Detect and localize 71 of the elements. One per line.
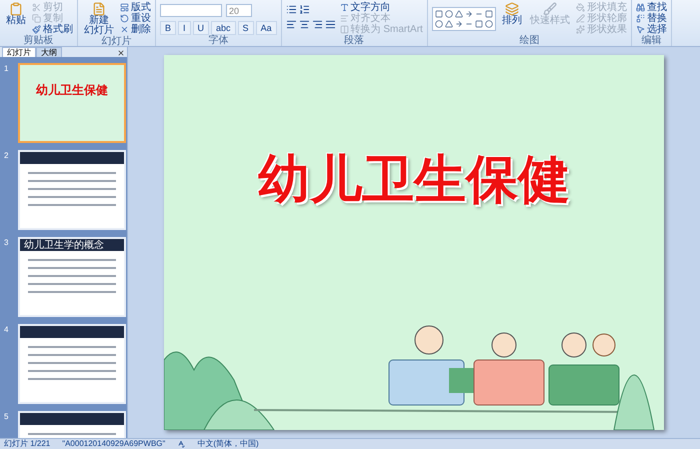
slide-thumbnail[interactable] bbox=[18, 324, 126, 404]
ribbon-small-button[interactable]: 版式 bbox=[120, 2, 151, 13]
group-label: 编辑 bbox=[640, 35, 662, 46]
align-icon[interactable] bbox=[312, 19, 323, 30]
group-label: 段落 bbox=[343, 35, 366, 46]
font-size-field[interactable]: 20 bbox=[226, 4, 252, 17]
layout-icon bbox=[120, 3, 129, 12]
ribbon-small-button[interactable]: 选择 bbox=[636, 24, 667, 35]
thumbnail-title: 幼儿卫生学的概念 bbox=[24, 240, 104, 250]
search-icon bbox=[636, 3, 645, 12]
copy-icon bbox=[32, 14, 41, 23]
delete-icon bbox=[120, 25, 129, 34]
replace-icon bbox=[636, 14, 645, 23]
ribbon-small-button[interactable]: 文字方向 bbox=[340, 2, 423, 13]
format-button[interactable]: abc bbox=[211, 21, 236, 35]
slide-thumbnail[interactable]: 幼儿卫生学的概念 bbox=[18, 237, 126, 317]
reset-icon bbox=[120, 14, 129, 23]
slide-number: 4 bbox=[4, 324, 10, 336]
format-button[interactable]: B bbox=[160, 21, 176, 35]
slide-title: 幼儿卫生保健 bbox=[258, 150, 570, 210]
theme-name: "A000120140929A69PWBG" bbox=[62, 439, 166, 449]
format-button[interactable]: Aa bbox=[256, 21, 277, 35]
ribbon-large-button[interactable]: 新建 幻灯片 bbox=[82, 2, 116, 36]
close-icon[interactable] bbox=[117, 49, 125, 57]
ribbon-large-button[interactable]: 粘贴 bbox=[4, 2, 28, 26]
ribbon-small-button[interactable]: 替换 bbox=[636, 13, 667, 24]
ribbon-small-button[interactable]: 重设 bbox=[120, 13, 151, 24]
slide-thumbnail[interactable]: 幼儿卫生保健 bbox=[18, 63, 126, 143]
slide-thumbnail[interactable] bbox=[18, 150, 126, 230]
align-icon[interactable] bbox=[324, 19, 336, 30]
slide-counter: 幻灯片 1/221 bbox=[4, 439, 50, 449]
align-icon[interactable] bbox=[286, 19, 297, 30]
shape-icon[interactable] bbox=[464, 10, 473, 18]
sparkles-icon bbox=[576, 25, 585, 34]
format-button[interactable]: I bbox=[178, 21, 191, 35]
ribbon-small-button[interactable]: 格式刷 bbox=[32, 24, 73, 35]
language-status: 中文(简体，中国) bbox=[197, 439, 259, 449]
panel-tab[interactable]: 大纲 bbox=[36, 47, 62, 57]
document-icon bbox=[92, 2, 106, 16]
columns-icon bbox=[340, 25, 349, 34]
paint-bucket-icon bbox=[576, 3, 585, 12]
group-label: 剪贴板 bbox=[22, 35, 54, 46]
slide-number: 3 bbox=[4, 237, 10, 249]
slide-number: 2 bbox=[4, 150, 10, 162]
shapes-gallery[interactable] bbox=[432, 6, 496, 30]
format-button[interactable]: S bbox=[238, 21, 254, 35]
brush-icon bbox=[542, 2, 557, 16]
pen-icon bbox=[576, 14, 585, 23]
ribbon-small-button[interactable]: 查找 bbox=[636, 2, 667, 13]
group-label: 幻灯片 bbox=[100, 36, 132, 47]
spellcheck-icon[interactable] bbox=[177, 440, 186, 448]
list-icon[interactable] bbox=[298, 4, 310, 15]
group-label: 绘图 bbox=[518, 35, 540, 46]
scissors-icon bbox=[32, 3, 41, 12]
clipboard-icon bbox=[9, 2, 23, 16]
ribbon-small-button[interactable]: 删除 bbox=[120, 24, 151, 35]
font-name-field[interactable] bbox=[160, 4, 222, 17]
layers-icon bbox=[504, 2, 519, 16]
align-text-icon bbox=[340, 14, 349, 23]
shape-icon[interactable] bbox=[454, 20, 463, 28]
align-icon[interactable] bbox=[298, 19, 310, 30]
group-label: 字体 bbox=[207, 35, 230, 46]
text-direction-icon bbox=[340, 3, 349, 12]
format-button[interactable]: U bbox=[192, 21, 210, 35]
paintbrush-icon bbox=[32, 25, 41, 34]
slide-number: 1 bbox=[4, 63, 10, 75]
ribbon-large-button[interactable]: 排列 bbox=[500, 2, 524, 26]
pointer-icon bbox=[636, 25, 645, 34]
panel-tab[interactable]: 幻灯片 bbox=[2, 47, 36, 57]
slide-number: 5 bbox=[4, 411, 10, 423]
thumbnail-title: 幼儿卫生保健 bbox=[36, 82, 108, 99]
